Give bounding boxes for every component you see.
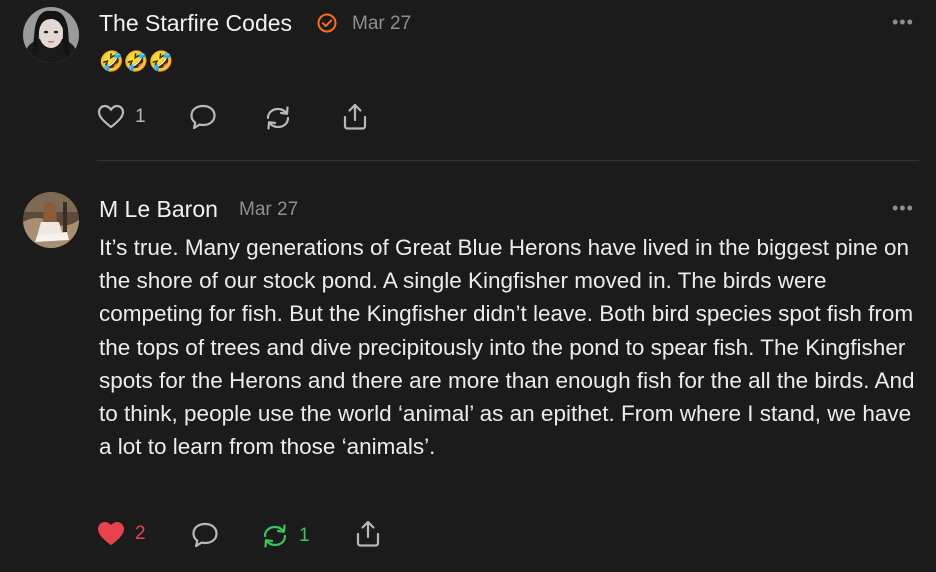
comment-button[interactable] [191,521,219,549]
restack-button[interactable]: 1 [260,522,310,550]
restack-arrows-icon [263,524,287,548]
comment-button[interactable] [189,103,217,131]
restack-arrows-icon [266,106,290,130]
post-date[interactable]: Mar 27 [352,13,411,35]
like-button[interactable]: 2 [97,521,146,547]
avatar[interactable] [23,7,79,63]
comment-text: 🤣🤣🤣 [99,51,174,73]
verified-badge-icon [316,12,338,34]
like-count: 1 [135,106,146,127]
like-button[interactable]: 1 [97,104,146,130]
avatar-image [23,192,79,248]
share-button[interactable] [354,519,382,549]
restack-count: 1 [299,525,310,546]
post-date[interactable]: Mar 27 [239,199,298,221]
more-dots-icon[interactable]: ••• [892,199,914,217]
author-name[interactable]: M Le Baron [99,196,218,223]
author-name[interactable]: The Starfire Codes [99,10,292,37]
comment-post-2: M Le Baron Mar 27 ••• It’s true. Many ge… [0,161,936,572]
restack-button[interactable] [263,104,293,132]
share-upload-icon [356,520,380,547]
more-dots-icon[interactable]: ••• [892,13,914,31]
comment-post-1: The Starfire Codes Mar 27 ••• 🤣🤣🤣 1 [0,0,936,160]
avatar[interactable] [23,192,79,248]
heart-icon [98,522,124,545]
avatar-image [23,7,79,63]
like-count: 2 [135,523,146,544]
comment-bubble-icon [192,522,218,548]
heart-icon [97,104,125,129]
share-upload-icon [343,103,367,130]
comment-bubble-icon [190,104,216,130]
share-button[interactable] [341,102,369,132]
comment-text: It’s true. Many generations of Great Blu… [99,235,915,460]
